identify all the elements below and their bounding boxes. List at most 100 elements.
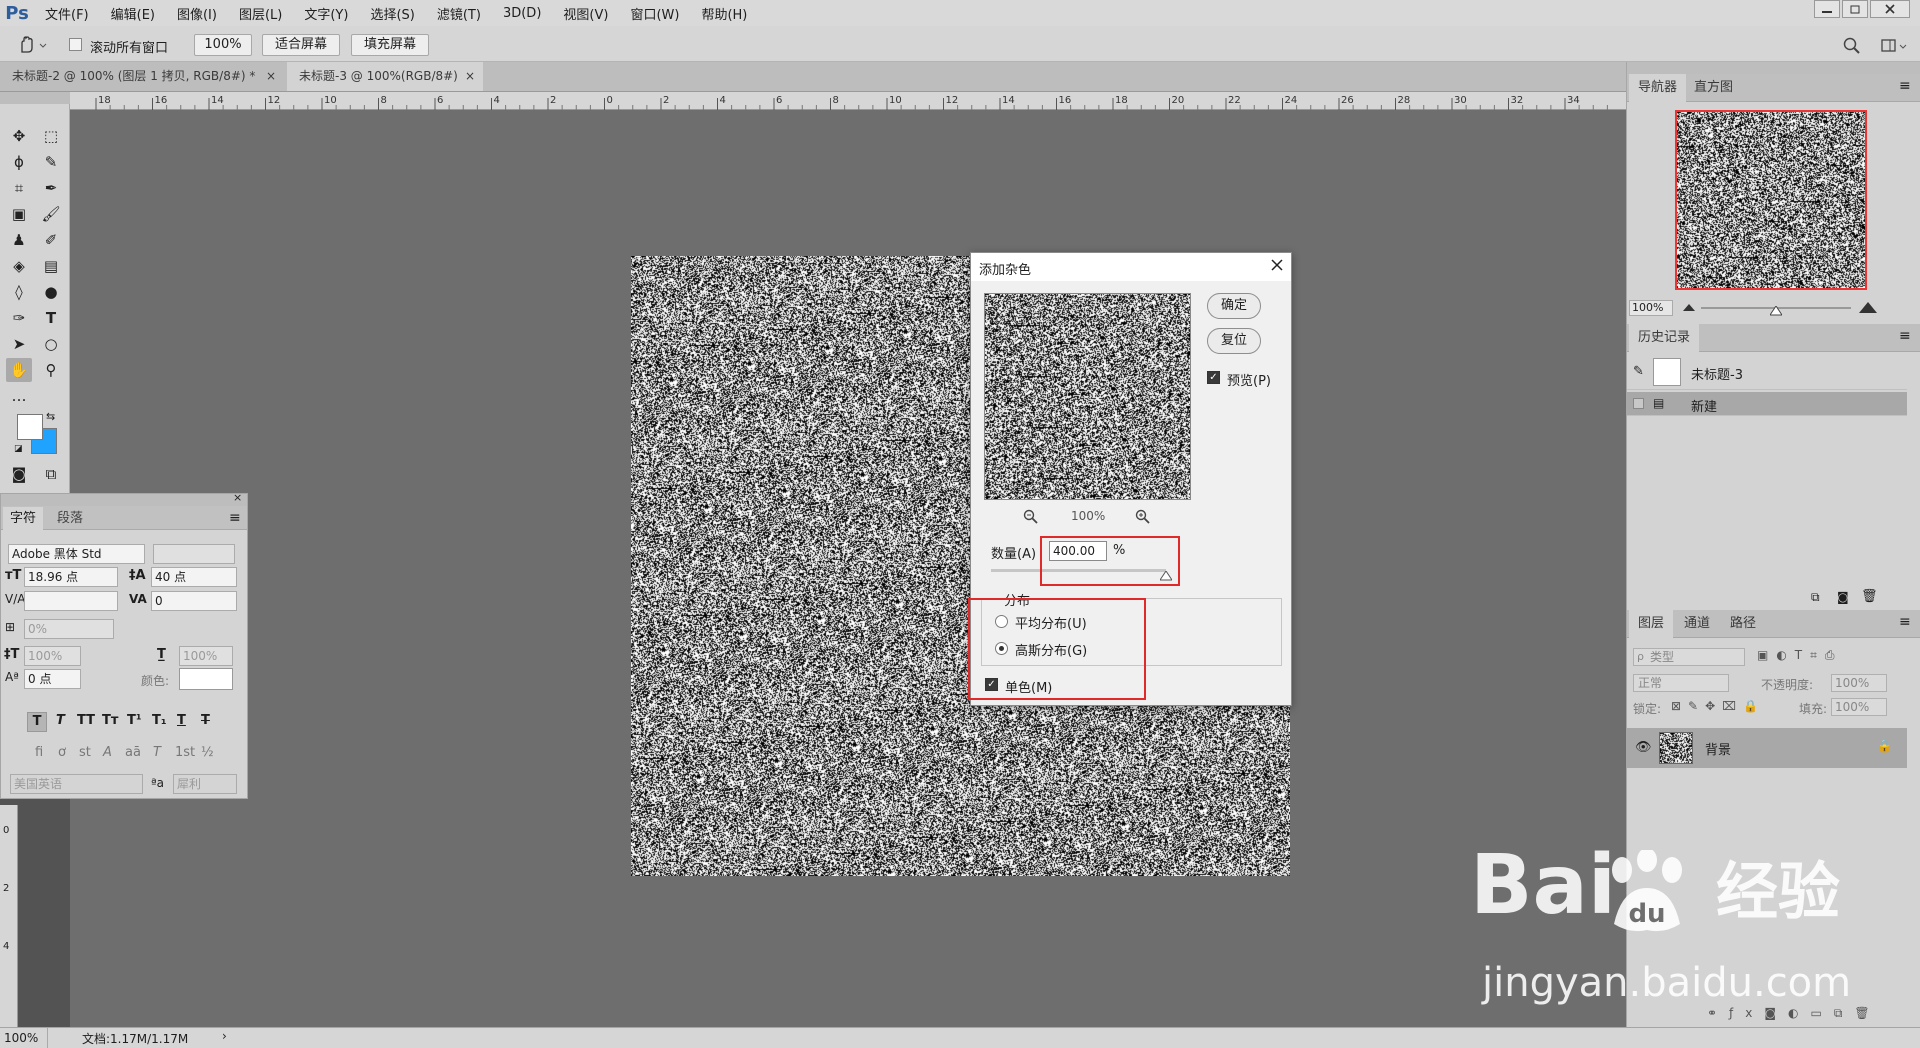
type-tool-icon[interactable]: T [38, 306, 64, 330]
minimize-window-button[interactable] [1814, 0, 1840, 18]
fit-screen-button[interactable]: 适合屏幕 [262, 34, 340, 56]
history-brush-source-icon[interactable]: ✎ [1633, 364, 1644, 379]
fill-screen-button[interactable]: 填充屏幕 [351, 34, 429, 56]
foreground-color-swatch[interactable] [17, 414, 43, 440]
tsume-field[interactable]: 0% [24, 619, 114, 639]
workspace-switcher-icon[interactable] [1880, 36, 1910, 56]
menu-filter[interactable]: 滤镜(T) [426, 4, 492, 23]
stamp-tool-icon[interactable]: ♟ [6, 228, 32, 252]
swash-button[interactable]: A [103, 745, 112, 760]
panel-menu-icon[interactable]: ≡ [1899, 78, 1911, 94]
status-zoom[interactable]: 100% [0, 1028, 48, 1048]
eyedropper-tool-icon[interactable]: ✒ [38, 176, 64, 200]
layer-actions-icons[interactable]: ⚭ƒx◙◐▭⧉🗑 [1707, 1006, 1882, 1021]
ordinals-button[interactable]: 1st [175, 745, 195, 760]
subscript-button[interactable]: T₁ [152, 713, 167, 728]
close-tab-icon[interactable]: × [465, 62, 475, 91]
zoom-in-icon[interactable] [1135, 509, 1151, 525]
lasso-tool-icon[interactable]: ϕ [6, 150, 32, 174]
move-tool-icon[interactable]: ✥ [6, 124, 32, 148]
doc-tab-untitled-2[interactable]: 未标题-2 @ 100% (图层 1 拷贝, RGB/8#) * × [0, 62, 283, 91]
menu-layer[interactable]: 图层(L) [228, 4, 293, 23]
lock-icon[interactable]: 🔒 [1877, 739, 1892, 753]
font-size-field[interactable]: 18.96 点 [24, 567, 118, 587]
discretionary-ligature-button[interactable]: st [79, 745, 91, 760]
dodge-tool-icon[interactable]: ● [38, 280, 64, 304]
path-select-tool-icon[interactable]: ➤ [6, 332, 32, 356]
anti-alias-select[interactable]: 犀利 [173, 774, 237, 794]
restore-window-button[interactable] [1842, 0, 1868, 18]
superscript-button[interactable]: T¹ [127, 713, 142, 728]
menu-type[interactable]: 文字(Y) [293, 4, 359, 23]
blur-tool-icon[interactable]: ◊ [6, 280, 32, 304]
tracking-field[interactable]: 0 [151, 591, 237, 611]
status-expand-icon[interactable]: › [222, 1029, 227, 1043]
quick-select-tool-icon[interactable]: ✎ [38, 150, 64, 174]
zoom-out-icon[interactable] [1023, 509, 1039, 525]
hand-tool-icon[interactable] [16, 34, 50, 56]
tab-history[interactable]: 历史记录 [1629, 324, 1700, 352]
menu-select[interactable]: 选择(S) [359, 4, 425, 23]
tab-layers[interactable]: 图层 [1629, 610, 1674, 638]
tab-paths[interactable]: 路径 [1721, 610, 1765, 638]
menu-help[interactable]: 帮助(H) [690, 4, 758, 23]
preview-checkbox[interactable]: ✓ [1207, 371, 1220, 384]
navigator-zoom-thumb[interactable] [1770, 306, 1782, 316]
baseline-shift-field[interactable]: 0 点 [24, 669, 81, 689]
menu-view[interactable]: 视图(V) [552, 4, 619, 23]
menu-edit[interactable]: 编辑(E) [100, 4, 166, 23]
menu-3d[interactable]: 3D(D) [492, 6, 552, 21]
menu-window[interactable]: 窗口(W) [619, 4, 690, 23]
lock-options-icons[interactable]: ⊠✎✥⌧🔒 [1671, 699, 1765, 713]
doc-tab-untitled-3[interactable]: 未标题-3 @ 100%(RGB/8#) × [287, 62, 483, 91]
menu-image[interactable]: 图像(I) [166, 4, 228, 23]
history-step-checkbox[interactable] [1633, 398, 1644, 409]
scroll-all-windows-checkbox[interactable] [69, 38, 82, 51]
eye-icon[interactable]: 👁 [1635, 740, 1652, 755]
layer-filter-icons[interactable]: ▣◐T⌗⎙ [1757, 648, 1843, 663]
history-brush-tool-icon[interactable]: ✐ [38, 228, 64, 252]
panel-header[interactable]: × [1, 491, 247, 506]
kerning-field[interactable] [24, 591, 118, 611]
tab-character[interactable]: 字符 [3, 507, 43, 530]
reset-button[interactable]: 复位 [1207, 328, 1261, 354]
close-icon[interactable] [1269, 257, 1285, 273]
panel-menu-icon[interactable]: ≡ [1899, 328, 1911, 344]
strikethrough-button[interactable]: T [201, 713, 210, 728]
menu-file[interactable]: 文件(F) [34, 4, 100, 23]
zoom-out-mountain-icon[interactable] [1683, 302, 1695, 312]
frame-tool-icon[interactable]: ▣ [6, 202, 32, 226]
swap-colors-icon[interactable]: ⇆ [46, 410, 55, 423]
tab-channels[interactable]: 通道 [1675, 610, 1719, 638]
stylistic-alternates-button[interactable]: aā [125, 745, 141, 760]
ok-button[interactable]: 确定 [1207, 293, 1261, 319]
history-snapshot-row[interactable]: ✎ 未标题-3 [1627, 354, 1907, 390]
navigator-thumbnail[interactable] [1675, 110, 1867, 290]
faux-bold-button[interactable]: T [27, 712, 47, 732]
screen-mode-icon[interactable]: ⧉ [38, 462, 64, 486]
marquee-tool-icon[interactable]: ⬚ [38, 124, 64, 148]
hand-tool-icon[interactable]: ✋ [6, 358, 32, 382]
zoom-tool-icon[interactable]: ⚲ [38, 358, 64, 382]
tab-navigator[interactable]: 导航器 [1629, 74, 1687, 102]
crop-tool-icon[interactable]: ⌗ [6, 176, 32, 200]
pen-tool-icon[interactable]: ✑ [6, 306, 32, 330]
layer-row[interactable]: 👁 背景 🔒 [1627, 728, 1907, 768]
titling-alternates-button[interactable]: T [153, 745, 161, 760]
default-colors-icon[interactable]: ◪ [14, 444, 23, 454]
fractions-button[interactable]: ½ [201, 745, 214, 760]
brush-tool-icon[interactable]: 🖌 [38, 202, 64, 226]
blend-mode-select[interactable]: 正常 [1633, 674, 1729, 692]
old-style-button[interactable]: ơ [58, 745, 66, 760]
font-style-select[interactable] [153, 544, 235, 564]
zoom-in-mountain-icon[interactable] [1859, 300, 1877, 314]
leading-field[interactable]: 40 点 [151, 567, 237, 587]
text-color-swatch[interactable] [179, 668, 233, 690]
panel-menu-icon[interactable]: ≡ [1899, 614, 1911, 630]
language-select[interactable]: 美国英语 [10, 774, 143, 794]
ellipse-tool-icon[interactable]: ○ [38, 332, 64, 356]
vertical-scale-field[interactable]: 100% [24, 646, 81, 666]
tab-histogram[interactable]: 直方图 [1685, 74, 1742, 102]
close-tab-icon[interactable]: × [266, 62, 276, 91]
search-icon[interactable] [1842, 36, 1862, 56]
